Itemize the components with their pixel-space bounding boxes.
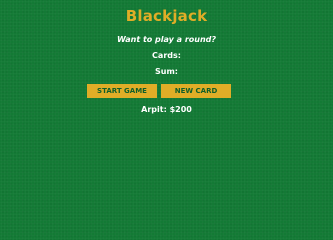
player-chips: Arpit: $200 [141, 105, 192, 114]
game-title: Blackjack [125, 7, 208, 25]
start-game-button[interactable]: START GAME [87, 84, 157, 98]
blackjack-table: Blackjack Want to play a round? Cards: S… [0, 0, 333, 222]
button-row: START GAME NEW CARD [87, 84, 232, 98]
cards-label: Cards: [152, 51, 181, 60]
game-message: Want to play a round? [116, 35, 217, 44]
sum-label: Sum: [155, 67, 178, 76]
new-card-button[interactable]: NEW CARD [161, 84, 231, 98]
